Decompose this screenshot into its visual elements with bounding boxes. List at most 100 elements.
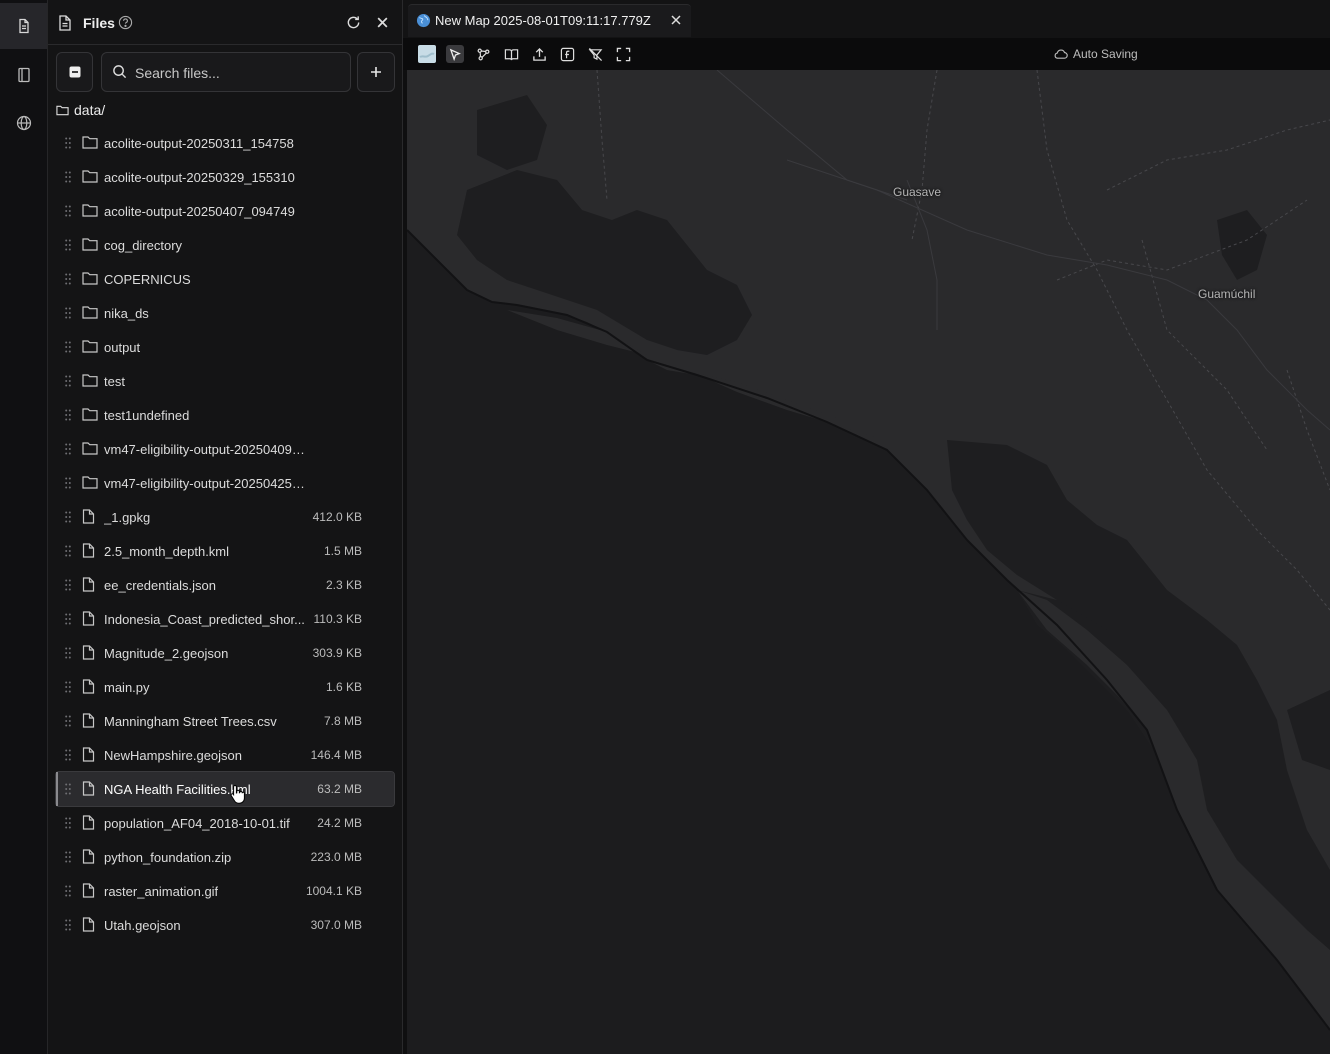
drag-handle-icon[interactable] xyxy=(65,545,71,557)
root-folder[interactable]: data/ xyxy=(56,101,105,119)
files-activity-button[interactable] xyxy=(0,3,47,49)
layers-book-button[interactable] xyxy=(502,45,520,63)
drag-handle-icon[interactable] xyxy=(65,477,71,489)
drag-handle-icon[interactable] xyxy=(65,817,71,829)
search-box xyxy=(101,52,351,93)
item-size: 303.9 KB xyxy=(312,646,362,660)
map-canvas[interactable]: Guasave Guamúchil xyxy=(407,70,1330,1054)
drag-handle-icon[interactable] xyxy=(65,307,71,319)
close-tab-icon[interactable] xyxy=(670,14,682,26)
item-name: output xyxy=(104,340,141,355)
folder-row[interactable]: vm47-eligibility-output-20250409_112343 xyxy=(56,432,394,466)
item-name: vm47-eligibility-output-20250409_112343 xyxy=(104,442,308,457)
add-file-button[interactable] xyxy=(357,52,395,92)
drag-handle-icon[interactable] xyxy=(65,783,71,795)
files-panel: Files data/ acolite-output-20250311_1547… xyxy=(48,0,403,1054)
drag-handle-icon[interactable] xyxy=(65,681,71,693)
select-tool-button[interactable] xyxy=(446,45,464,63)
drag-handle-icon[interactable] xyxy=(65,375,71,387)
filter-off-button[interactable] xyxy=(586,45,604,63)
drag-handle-icon[interactable] xyxy=(65,273,71,285)
file-row[interactable]: NewHampshire.geojson 146.4 MB xyxy=(56,738,394,772)
folder-row[interactable]: cog_directory xyxy=(56,228,394,262)
fullscreen-icon xyxy=(616,47,630,61)
drag-handle-icon[interactable] xyxy=(65,171,71,183)
file-row[interactable]: Manningham Street Trees.csv 7.8 MB xyxy=(56,704,394,738)
file-row[interactable]: python_foundation.zip 223.0 MB xyxy=(56,840,394,874)
file-row[interactable]: NGA Health Facilities.kml 63.2 MB xyxy=(55,771,395,807)
item-name: NGA Health Facilities.kml xyxy=(104,782,251,797)
folder-row[interactable]: output xyxy=(56,330,394,364)
pointer-cursor-icon xyxy=(230,784,245,804)
file-icon xyxy=(82,543,95,558)
item-size: 1004.1 KB xyxy=(305,884,362,898)
file-row[interactable]: population_AF04_2018-10-01.tif 24.2 MB xyxy=(56,806,394,840)
file-row[interactable]: raster_animation.gif 1004.1 KB xyxy=(56,874,394,908)
folder-row[interactable]: nika_ds xyxy=(56,296,394,330)
notebook-activity-button[interactable] xyxy=(0,52,47,98)
draw-tool-button[interactable] xyxy=(474,45,492,63)
upload-button[interactable] xyxy=(530,45,548,63)
drag-handle-icon[interactable] xyxy=(65,579,71,591)
collapse-icon xyxy=(69,66,80,78)
help-icon[interactable] xyxy=(118,15,133,30)
drag-handle-icon[interactable] xyxy=(65,205,71,217)
root-folder-label: data/ xyxy=(74,102,106,118)
file-row[interactable]: _1.gpkg 412.0 KB xyxy=(56,500,394,534)
drag-handle-icon[interactable] xyxy=(65,409,71,421)
file-icon xyxy=(82,781,95,796)
folder-row[interactable]: acolite-output-20250311_154758 xyxy=(56,126,394,160)
file-row[interactable]: Utah.geojson 307.0 MB xyxy=(56,908,394,942)
file-row[interactable]: ee_credentials.json 2.3 KB xyxy=(56,568,394,602)
drag-handle-icon[interactable] xyxy=(65,715,71,727)
item-name: nika_ds xyxy=(104,306,149,321)
file-row[interactable]: Indonesia_Coast_predicted_shor... 110.3 K… xyxy=(56,602,394,636)
drag-handle-icon[interactable] xyxy=(65,137,71,149)
plus-icon xyxy=(371,67,381,77)
globe-activity-button[interactable] xyxy=(0,100,47,146)
folder-row[interactable]: COPERNICUS xyxy=(56,262,394,296)
item-name: Manningham Street Trees.csv xyxy=(104,714,277,729)
collapse-all-button[interactable] xyxy=(56,52,93,92)
item-size: 110.3 KB xyxy=(313,612,362,626)
drag-handle-icon[interactable] xyxy=(65,919,71,931)
drag-handle-icon[interactable] xyxy=(65,647,71,659)
drag-handle-icon[interactable] xyxy=(65,851,71,863)
drag-handle-icon[interactable] xyxy=(65,511,71,523)
drag-handle-icon[interactable] xyxy=(65,885,71,897)
basemap-button[interactable] xyxy=(418,45,436,63)
item-name: population_AF04_2018-10-01.tif xyxy=(104,816,290,831)
item-name: NewHampshire.geojson xyxy=(104,748,243,763)
map-tab[interactable]: New Map 2025-08-01T09:11:17.779Z xyxy=(408,4,691,37)
file-icon xyxy=(82,577,95,592)
function-button[interactable] xyxy=(558,45,576,63)
item-name: COPERNICUS xyxy=(104,272,191,287)
drag-handle-icon[interactable] xyxy=(65,341,71,353)
drag-handle-icon[interactable] xyxy=(65,239,71,251)
map-city-label: Guamúchil xyxy=(1198,287,1256,301)
notebook-icon xyxy=(17,67,30,83)
cursor-icon xyxy=(449,48,461,61)
basemap-icon xyxy=(418,45,436,63)
drag-handle-icon[interactable] xyxy=(65,613,71,625)
folder-row[interactable]: vm47-eligibility-output-20250425_091855 xyxy=(56,466,394,500)
close-icon[interactable] xyxy=(376,16,389,29)
folder-row[interactable]: acolite-output-20250407_094749 xyxy=(56,194,394,228)
folder-row[interactable]: acolite-output-20250329_155310 xyxy=(56,160,394,194)
folder-row[interactable]: test1undefined xyxy=(56,398,394,432)
file-row[interactable]: 2.5_month_depth.kml 1.5 MB xyxy=(56,534,394,568)
drag-handle-icon[interactable] xyxy=(65,443,71,455)
folder-icon xyxy=(82,339,98,353)
folder-row[interactable]: test xyxy=(56,364,394,398)
item-name: ee_credentials.json xyxy=(104,578,217,593)
drag-handle-icon[interactable] xyxy=(65,749,71,761)
search-input[interactable] xyxy=(133,53,347,93)
folder-icon xyxy=(82,203,98,217)
item-name: acolite-output-20250311_154758 xyxy=(104,136,294,151)
fullscreen-button[interactable] xyxy=(614,45,632,63)
item-size: 1.6 KB xyxy=(325,680,362,694)
file-row[interactable]: main.py 1.6 KB xyxy=(56,670,394,704)
refresh-icon[interactable] xyxy=(346,15,361,30)
file-row[interactable]: Magnitude_2.geojson 303.9 KB xyxy=(56,636,394,670)
item-name: cog_directory xyxy=(104,238,183,253)
